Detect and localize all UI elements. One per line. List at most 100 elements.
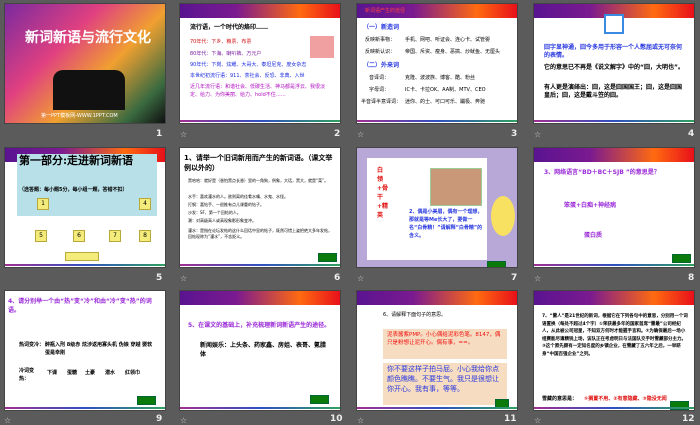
- question-key[interactable]: 8: [139, 230, 151, 242]
- return-button[interactable]: [487, 261, 506, 267]
- bullet: 90年代：下岗、炫耀、大哥大、泰坦尼克、度女杂志: [190, 62, 307, 68]
- bottom-line: [534, 264, 694, 266]
- slide-title: 6、请解释下面句子的意思。: [383, 312, 447, 318]
- question-text: 2、偶是小美眉，偶有一个理想，那就是等Me长大了，要做一名“白骨精！”请解释“白…: [409, 209, 483, 239]
- transition-icon[interactable]: ☆: [180, 130, 187, 139]
- bullet: 80年代：下海、喇叭裤、万元户: [190, 51, 262, 57]
- header-bar: [357, 291, 517, 305]
- slide-title: 4、请分别举一个由“热”变“冷”和由“冷”变“热”的词语。: [8, 298, 152, 314]
- cold-word: 红领巾: [125, 370, 141, 376]
- bottom-line: [357, 407, 517, 409]
- slide-number: 5: [156, 273, 163, 283]
- row-value: 帝国、斥资、瘦身、恶搞、炒鱿鱼、无厘头: [405, 49, 501, 55]
- ration-coupon-image: [310, 36, 334, 58]
- bottom-line: [534, 120, 694, 122]
- transition-icon[interactable]: ☆: [357, 130, 364, 139]
- slide-thumbnail-10[interactable]: 5、在课文的基础上，补充梳理新词新语产生的途径。 新闻娱乐：上头条、药家鑫、房姐…: [179, 290, 341, 411]
- bottom-line: [5, 407, 165, 409]
- row-label: 反映新事物：: [365, 37, 396, 43]
- bullet: 近几年流行语：和谐社会、低碳生活、神马都是浮云、我很淡定、给力、为你美丽、给力、…: [190, 84, 326, 98]
- section-heading: （一）新造词: [363, 24, 400, 31]
- row-value: 克隆、波波族、博客、酷、粉丝: [405, 75, 476, 81]
- girl-photo: [430, 168, 482, 206]
- question-key[interactable]: 7: [109, 230, 121, 242]
- slide-number: 4: [688, 129, 695, 139]
- transition-icon[interactable]: ☆: [180, 416, 187, 425]
- bullet: 囧字显神通，囧今多用于形容一个人憋屈或无可奈何的表情。: [544, 44, 683, 59]
- slide-header: 新词语产生的途径: [365, 8, 406, 14]
- slide-body: 新闻娱乐：上头条、药家鑫、房姐、表哥、氪腊体: [200, 342, 327, 358]
- return-button[interactable]: [65, 252, 99, 261]
- bullet: 它的意思已不再是《说文解字》中的“囧，大明也”。: [544, 64, 684, 71]
- slide-thumbnail-12[interactable]: 7、“雷人”是21世纪的新词，根据它在下列各句中的意思，分别用一个词语置换（每处…: [533, 290, 695, 411]
- cold-word: 土豪: [85, 370, 96, 376]
- transition-icon[interactable]: ☆: [534, 416, 541, 425]
- slide-number: 8: [688, 273, 695, 283]
- transition-icon[interactable]: ☆: [180, 274, 187, 283]
- row-label: 半音译半意译词：: [361, 99, 402, 105]
- slide-title: 第一部分:走进新词新语: [19, 154, 134, 167]
- bullet: 本世纪初流行语：911、茶社会、反恐、非典、入世: [190, 73, 305, 79]
- slide-number: 7: [511, 273, 518, 283]
- row-value: 手机、网吧、听证会、连心卡、试管婴: [405, 37, 491, 43]
- question-key[interactable]: 4: [139, 198, 151, 210]
- text-line: 打钢：喜钻手、一很推有点儿课重的钻子。: [188, 202, 264, 207]
- vertical-answer: 白领+骨干+精英: [377, 167, 389, 219]
- bullet: 有人更是演绎出：囧，这是囧国国王；囧，这是囧国皇后；囧，这是戴斗笠的囧。: [544, 84, 683, 99]
- slide-thumbnail-5[interactable]: 第一部分:走进新词新语 （选答题：每小题5分，每小组一题，答错不扣） 1 4 5…: [4, 147, 166, 268]
- text-line: 潮：对高级高人或高现象影形象变冲。: [188, 218, 256, 223]
- transition-icon[interactable]: ☆: [357, 416, 364, 425]
- bottom-line: [180, 407, 340, 409]
- text-line: 灌水：是指在论坛发帖的这什么回话中显的帖子，既然可惜上姿把绝大多年发帖，回帖现称…: [188, 228, 332, 239]
- return-button[interactable]: [310, 395, 329, 404]
- row-label: 音译词：: [369, 75, 390, 81]
- bottom-line: [180, 264, 340, 266]
- slide-number: 2: [334, 129, 341, 139]
- return-button[interactable]: [318, 253, 337, 262]
- slide-thumbnail-8[interactable]: 3、网络语言“BD＋BC＋SJB ”的意思是？ 笨蛋+白痴+神经病 蛋白质: [533, 147, 695, 268]
- row-label: 反映新认识：: [365, 49, 396, 55]
- slide-footer: 第一PPT模板网-WWW.1PPT.COM: [41, 113, 118, 119]
- transition-icon[interactable]: ☆: [534, 130, 541, 139]
- text-line: 沙发：SF、第一个回帖的人。: [188, 210, 241, 215]
- hot-label: 热词变冷：: [19, 342, 45, 348]
- cold-label: 冷词变热：: [19, 368, 35, 382]
- slide-thumbnail-4[interactable]: 囧字显神通，囧今多用于形容一个人憋屈或无可奈何的表情。 它的意思已不再是《说文解…: [533, 3, 695, 124]
- bottom-line: [180, 120, 340, 122]
- cold-word: 蛋糖: [67, 370, 78, 376]
- row-value: 迷你、的士、可口可乐、蹦极、奔驰: [405, 99, 486, 105]
- slide-thumbnail-7[interactable]: 白领+骨干+精英 2、偶是小美眉，偶有一个理想，那就是等Me长大了，要做一名“白…: [356, 147, 518, 268]
- silhouette-people-image: [53, 70, 125, 110]
- slide-thumbnail-9[interactable]: 4、请分别举一个由“热”变“冷”和由“冷”变“热”的词语。 热词变冷： 醉瓶入刑…: [4, 290, 166, 411]
- transition-icon[interactable]: ☆: [4, 416, 11, 425]
- text-line: 黑哈哈：就好是（香怕黑点长香）里的一角狗，例象，大话，黑大，就是“菜”。: [188, 178, 329, 183]
- slide-number: 12: [682, 414, 695, 424]
- slide-title: 1、请举一个旧词新用而产生的新词语。（课文举例以外的）: [184, 154, 333, 172]
- slide-thumbnail-2[interactable]: 流行语，一个时代的烙印…… 70年代：下乡、粮票、布票 80年代：下海、喇叭裤、…: [179, 3, 341, 124]
- slide-subtitle: （选答题：每小题5分，每小组一题，答错不扣）: [19, 187, 128, 193]
- return-button[interactable]: [137, 396, 156, 405]
- slide-thumbnail-11[interactable]: 6、请解释下面句子的意思。 泥表酱紫PMP。小心偶给泥彩色笔。8147，偶只是粉…: [356, 290, 518, 411]
- cold-word: 潜水: [105, 370, 116, 376]
- header-bar: [534, 148, 694, 162]
- return-button[interactable]: [672, 254, 691, 263]
- transition-icon[interactable]: ☆: [534, 274, 541, 283]
- header-bar: [534, 291, 694, 305]
- slide-number: 1: [156, 129, 163, 139]
- question-key[interactable]: 1: [37, 198, 49, 210]
- question-key[interactable]: 6: [73, 230, 85, 242]
- answer-text: 笨蛋+白痴+神经病: [564, 202, 617, 209]
- slide-thumbnail-3[interactable]: 新词语产生的途径 （一）新造词 反映新事物： 手机、网吧、听证会、连心卡、试管婴 …: [356, 3, 518, 124]
- slide-thumbnail-6[interactable]: 1、请举一个旧词新用而产生的新词语。（课文举例以外的） 黑哈哈：就好是（香怕黑点…: [179, 147, 341, 268]
- answer-text: 蛋白质: [584, 232, 603, 239]
- transition-icon[interactable]: ☆: [357, 274, 364, 283]
- question-key[interactable]: 5: [35, 230, 47, 242]
- internet-slang-text: 泥表酱紫PMP。小心偶给泥彩色笔。8147，偶只是粉想让泥开心。偶有事，==。: [387, 332, 501, 346]
- header-bar: [180, 291, 340, 305]
- slide-number: 3: [511, 129, 518, 139]
- answer-label: 雪藏的意思是：: [542, 396, 578, 402]
- slide-body: 7、“雷人”是21世纪的新词，根据它在下列各句中的意思，分别用一个词语置换（每处…: [542, 314, 688, 357]
- slide-thumbnail-1[interactable]: 新词新语与流行文化 第一PPT模板网-WWW.1PPT.COM: [4, 3, 166, 124]
- section-heading: （二）外来词: [363, 62, 400, 69]
- row-value: IC卡、卡拉OK、AA制、MTV、CEO: [405, 87, 486, 93]
